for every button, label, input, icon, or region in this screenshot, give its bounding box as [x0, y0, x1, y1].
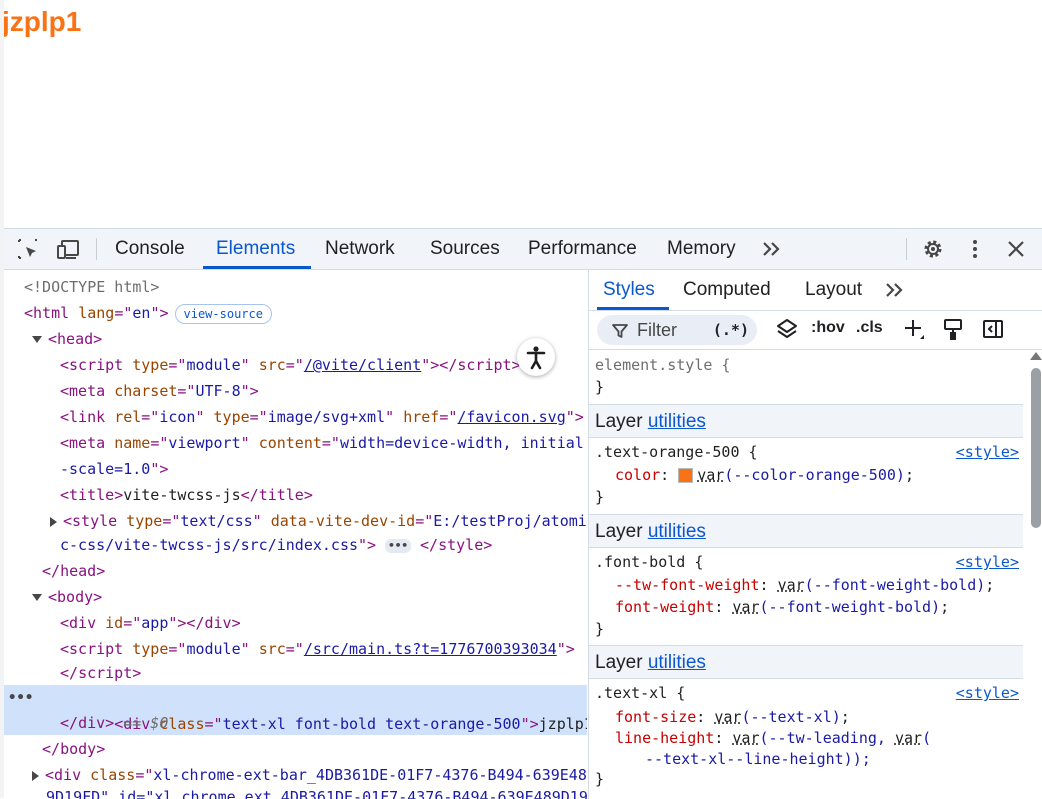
rule-close-brace: }	[595, 620, 605, 638]
tab-styles[interactable]: Styles	[603, 270, 655, 310]
accessibility-tree-button[interactable]	[517, 338, 555, 376]
rule-prop-line-height-wrap: --text-xl--line-height));	[645, 750, 871, 768]
dom-title[interactable]: <title>vite-twcss-js</title>	[4, 482, 587, 508]
dom-head-close[interactable]: </head>	[4, 558, 587, 584]
rule-source-link[interactable]: <style>	[956, 443, 1019, 461]
scrollbar-thumb[interactable]	[1031, 368, 1041, 528]
rule-close-brace: }	[595, 488, 605, 506]
page-heading: jzplp1	[2, 6, 82, 37]
rule-prop-color[interactable]: color: var(--color-orange-500);	[615, 464, 914, 486]
dom-html[interactable]: <html lang="en"> view-source	[4, 300, 587, 326]
dom-script-main-close[interactable]: </script>	[4, 660, 587, 686]
page-viewport: jzplp1	[0, 0, 1042, 228]
styles-tab-bar: Styles Computed Layout	[589, 270, 1042, 311]
active-tab-indicator	[597, 307, 669, 310]
dom-div-app[interactable]: <div id="app"></div>	[4, 610, 587, 636]
rule-prop-line-height[interactable]: line-height: var(--tw-leading, var(	[615, 727, 931, 749]
rule-text-orange-selector[interactable]: .text-orange-500 {	[595, 441, 1015, 463]
rule-close-brace: }	[595, 378, 605, 396]
filter-input[interactable]: Filter (.*)	[597, 315, 757, 345]
tab-memory[interactable]: Memory	[667, 229, 736, 269]
expand-triangle-icon[interactable]	[50, 516, 57, 527]
dom-body-close[interactable]: </body>	[4, 736, 587, 762]
scroll-up-arrow-icon[interactable]	[1030, 352, 1042, 360]
filter-placeholder: Filter	[637, 320, 677, 340]
tab-console[interactable]: Console	[115, 229, 185, 269]
tab-computed[interactable]: Computed	[683, 270, 771, 310]
layer-link[interactable]: utilities	[648, 521, 706, 542]
node-actions-dots[interactable]: •••	[8, 685, 33, 711]
layers-icon[interactable]	[775, 317, 799, 341]
tab-network[interactable]: Network	[325, 229, 395, 269]
filter-icon	[611, 322, 629, 345]
devtools-panel: Console Elements Network Sources Perform…	[4, 228, 1042, 799]
dom-meta-charset[interactable]: <meta charset="UTF-8">	[4, 378, 587, 404]
dom-meta-viewport[interactable]: <meta name="viewport" content="width=dev…	[4, 430, 587, 456]
hov-toggle[interactable]: :hov	[811, 319, 845, 337]
collapse-triangle-icon[interactable]	[32, 336, 42, 343]
toggle-sidebar-icon[interactable]	[981, 317, 1005, 341]
close-icon[interactable]	[1004, 237, 1028, 261]
rule-prop-font-size[interactable]: font-size: var(--text-xl);	[615, 706, 850, 728]
rule-source-link[interactable]: <style>	[956, 684, 1019, 702]
add-rule-icon[interactable]	[902, 317, 926, 341]
dom-body[interactable]: <body>	[4, 584, 587, 610]
tab-layout[interactable]: Layout	[805, 270, 862, 310]
layer-link[interactable]: utilities	[648, 652, 706, 673]
rule-close-brace: }	[595, 770, 605, 788]
paint-format-icon[interactable]	[941, 317, 965, 341]
devtools-toolbar: Console Elements Network Sources Perform…	[4, 229, 1042, 270]
dom-link-icon[interactable]: <link rel="icon" type="image/svg+xml" hr…	[4, 404, 587, 430]
device-toolbar-icon[interactable]	[56, 237, 80, 261]
view-source-button[interactable]: view-source	[174, 303, 272, 324]
settings-icon[interactable]	[921, 237, 945, 261]
toolbar-separator	[96, 238, 97, 260]
accessibility-icon	[526, 346, 546, 370]
dom-style[interactable]: <style type="text/css" data-vite-dev-id=…	[4, 508, 587, 534]
styles-filter-bar: Filter (.*) :hov .cls	[589, 311, 1042, 350]
rule-font-bold-selector[interactable]: .font-bold {	[595, 551, 703, 573]
active-tab-indicator	[203, 266, 311, 269]
cls-toggle[interactable]: .cls	[856, 319, 883, 337]
rule-text-xl-selector[interactable]: .text-xl {	[595, 682, 685, 704]
more-tabs-icon[interactable]	[760, 237, 784, 261]
tab-performance[interactable]: Performance	[528, 229, 637, 269]
tab-elements[interactable]: Elements	[216, 229, 295, 269]
layer-header: Layer utilities	[589, 645, 1023, 679]
layer-header: Layer utilities	[589, 514, 1023, 548]
kebab-menu-icon[interactable]	[963, 237, 987, 261]
dom-doctype[interactable]: <!DOCTYPE html>	[4, 274, 587, 300]
dom-script-main[interactable]: <script type="module" src="/src/main.ts?…	[4, 636, 587, 662]
tab-sources[interactable]: Sources	[430, 229, 500, 269]
rule-prop-font-weight[interactable]: font-weight: var(--font-weight-bold);	[615, 596, 949, 618]
dom-script-vite-client[interactable]: <script type="module" src="/@vite/client…	[4, 352, 587, 378]
dom-head[interactable]: <head>	[4, 326, 587, 352]
regex-toggle[interactable]: (.*)	[713, 315, 749, 345]
layer-link[interactable]: utilities	[648, 411, 706, 432]
layer-header: Layer utilities	[589, 404, 1023, 438]
elements-tree: <!DOCTYPE html> <html lang="en"> view-sou…	[4, 270, 587, 799]
collapse-triangle-icon[interactable]	[32, 594, 42, 601]
dom-meta-viewport-wrap[interactable]: -scale=1.0">	[4, 456, 587, 482]
collapsed-content-ellipsis[interactable]: •••	[385, 538, 411, 553]
dom-selected-div-close[interactable]: </div> == $0	[4, 710, 587, 736]
dom-style-wrap[interactable]: c-css/vite-twcss-js/src/index.css"> ••• …	[4, 532, 587, 558]
dom-ext-div-wrap[interactable]: 9D19FD" id="xl_chrome_ext_4DB361DE-01F7-…	[4, 784, 587, 799]
element-style-selector[interactable]: element.style {	[595, 354, 730, 376]
styles-sidebar: Styles Computed Layout Filter (.*) :hov …	[588, 270, 1042, 799]
more-tabs-icon[interactable]	[883, 278, 907, 302]
color-swatch[interactable]	[678, 468, 694, 483]
expand-triangle-icon[interactable]	[32, 770, 39, 781]
rule-source-link[interactable]: <style>	[956, 553, 1019, 571]
window-left-edge	[0, 0, 4, 798]
toolbar-separator	[906, 238, 907, 260]
rule-prop-tw-font-weight[interactable]: --tw-font-weight: var(--font-weight-bold…	[615, 574, 994, 596]
inspect-element-icon[interactable]	[16, 237, 40, 261]
